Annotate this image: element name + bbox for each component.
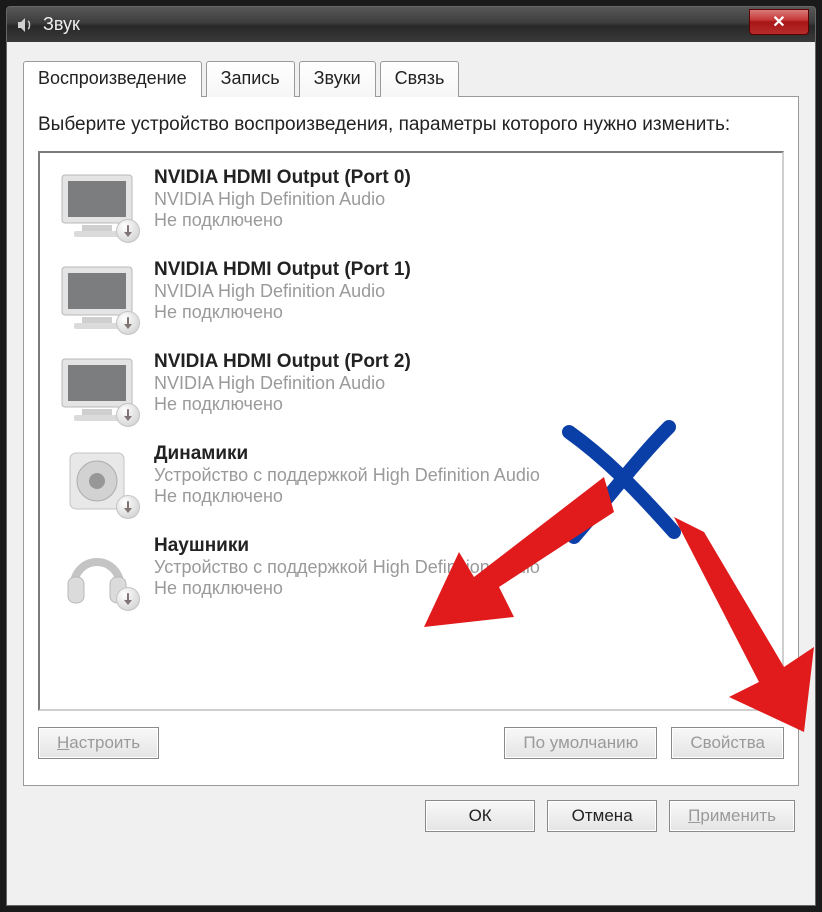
titlebar[interactable]: Звук ✕ xyxy=(6,6,816,42)
device-driver: Устройство с поддержкой High Definition … xyxy=(154,465,540,486)
device-text: NVIDIA HDMI Output (Port 2) NVIDIA High … xyxy=(154,349,411,415)
disconnected-badge-icon xyxy=(116,495,140,519)
device-text: Динамики Устройство с поддержкой High De… xyxy=(154,441,540,507)
monitor-icon xyxy=(52,165,142,245)
tab-panel-playback: Выберите устройство воспроизведения, пар… xyxy=(23,96,799,786)
device-status: Не подключено xyxy=(154,578,540,599)
device-status: Не подключено xyxy=(154,210,411,231)
device-text: Наушники Устройство с поддержкой High De… xyxy=(154,533,540,599)
speaker-icon xyxy=(52,441,142,521)
apply-button[interactable]: Применить xyxy=(669,800,795,832)
dialog-buttons: ОК Отмена Применить xyxy=(23,800,799,832)
device-name: NVIDIA HDMI Output (Port 0) xyxy=(154,167,411,189)
tab-sounds[interactable]: Звуки xyxy=(299,61,376,97)
window-title: Звук xyxy=(43,14,80,35)
disconnected-badge-icon xyxy=(116,403,140,427)
disconnected-badge-icon xyxy=(116,587,140,611)
device-driver: NVIDIA High Definition Audio xyxy=(154,281,411,302)
device-item[interactable]: Динамики Устройство с поддержкой High De… xyxy=(46,435,776,527)
device-driver: NVIDIA High Definition Audio xyxy=(154,373,411,394)
device-name: NVIDIA HDMI Output (Port 2) xyxy=(154,351,411,373)
device-item[interactable]: NVIDIA HDMI Output (Port 2) NVIDIA High … xyxy=(46,343,776,435)
device-status: Не подключено xyxy=(154,302,411,323)
device-status: Не подключено xyxy=(154,394,411,415)
tab-communications[interactable]: Связь xyxy=(380,61,460,97)
close-button[interactable]: ✕ xyxy=(749,9,809,35)
panel-buttons: Настроить По умолчанию Свойства xyxy=(38,727,784,759)
device-driver: NVIDIA High Definition Audio xyxy=(154,189,411,210)
device-item[interactable]: Наушники Устройство с поддержкой High De… xyxy=(46,527,776,619)
device-item[interactable]: NVIDIA HDMI Output (Port 1) NVIDIA High … xyxy=(46,251,776,343)
device-name: Динамики xyxy=(154,443,540,465)
device-item[interactable]: NVIDIA HDMI Output (Port 0) NVIDIA High … xyxy=(46,159,776,251)
device-driver: Устройство с поддержкой High Definition … xyxy=(154,557,540,578)
headphones-icon xyxy=(52,533,142,613)
disconnected-badge-icon xyxy=(116,219,140,243)
properties-button[interactable]: Свойства xyxy=(671,727,784,759)
ok-button[interactable]: ОК xyxy=(425,800,535,832)
device-text: NVIDIA HDMI Output (Port 1) NVIDIA High … xyxy=(154,257,411,323)
window-frame: Звук ✕ Воспроизведение Запись Звуки Связ… xyxy=(0,0,822,912)
cancel-button[interactable]: Отмена xyxy=(547,800,657,832)
instruction-text: Выберите устройство воспроизведения, пар… xyxy=(38,113,784,137)
set-default-button[interactable]: По умолчанию xyxy=(504,727,657,759)
tabstrip: Воспроизведение Запись Звуки Связь xyxy=(23,60,799,96)
device-list[interactable]: NVIDIA HDMI Output (Port 0) NVIDIA High … xyxy=(38,151,784,711)
close-icon: ✕ xyxy=(772,12,785,32)
configure-button[interactable]: Настроить xyxy=(38,727,159,759)
device-status: Не подключено xyxy=(154,486,540,507)
device-text: NVIDIA HDMI Output (Port 0) NVIDIA High … xyxy=(154,165,411,231)
device-name: NVIDIA HDMI Output (Port 1) xyxy=(154,259,411,281)
tab-recording[interactable]: Запись xyxy=(206,61,295,97)
disconnected-badge-icon xyxy=(116,311,140,335)
client-area: Воспроизведение Запись Звуки Связь Выбер… xyxy=(6,42,816,906)
tab-playback[interactable]: Воспроизведение xyxy=(23,61,202,97)
monitor-icon xyxy=(52,349,142,429)
device-name: Наушники xyxy=(154,535,540,557)
sound-icon xyxy=(15,15,35,35)
monitor-icon xyxy=(52,257,142,337)
